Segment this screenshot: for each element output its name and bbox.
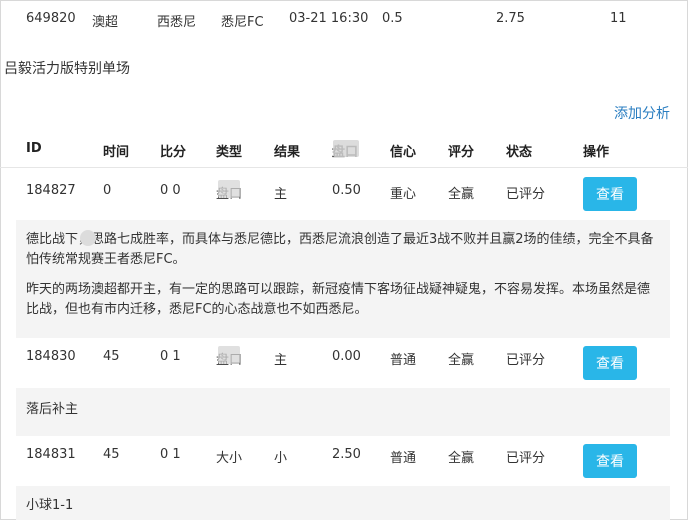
- header-confidence: 信心: [390, 145, 417, 160]
- row-status: 已评分: [506, 353, 546, 368]
- row-confidence: 重心: [390, 187, 417, 202]
- add-analysis-link[interactable]: 添加分析: [614, 103, 670, 123]
- row-result: 主: [274, 353, 288, 368]
- row-rating: 全赢: [448, 187, 475, 202]
- row-time: 45: [103, 447, 120, 462]
- table-row: 184827 0 0 0 盘口 主 0.50 重心 全赢 已评分 查看: [0, 172, 688, 222]
- view-button[interactable]: 查看: [583, 444, 637, 478]
- row-confidence: 普通: [390, 451, 417, 466]
- row-rating: 全赢: [448, 353, 475, 368]
- row-result: 小: [274, 451, 288, 466]
- header-line-redaction: [333, 140, 359, 157]
- row-line: 0.00: [332, 349, 361, 364]
- header-result: 结果: [274, 145, 301, 160]
- match-time: 03-21 16:30: [289, 11, 369, 26]
- row-time: 0: [103, 183, 112, 198]
- analysis-note: 落后补主: [16, 388, 670, 436]
- row-id: 184827: [26, 183, 76, 198]
- row-result: 主: [274, 187, 288, 202]
- match-count: 11: [610, 11, 627, 26]
- header-rating: 评分: [448, 145, 475, 160]
- match-league: 澳超: [92, 15, 119, 30]
- row-type-redaction: [218, 346, 240, 364]
- analysis-paragraph: 小球1-1: [26, 498, 74, 513]
- match-home-team: 西悉尼: [157, 15, 197, 30]
- row-confidence: 普通: [390, 353, 417, 368]
- analysis-paragraph: 德比战下，思路七成胜率，而具体与悉尼德比，西悉尼流浪创造了最近3战不败并且赢2场…: [26, 232, 654, 267]
- header-action: 操作: [583, 145, 610, 160]
- view-button[interactable]: 查看: [583, 177, 637, 211]
- row-type-redaction: [218, 180, 240, 198]
- row-time: 45: [103, 349, 120, 364]
- row-id: 184831: [26, 447, 76, 462]
- table-row: 184831 45 0 1 大小 小 2.50 普通 全赢 已评分 查看: [0, 436, 688, 486]
- header-id: ID: [26, 141, 42, 156]
- match-id: 649820: [26, 11, 76, 26]
- row-score: 0 1: [160, 349, 181, 364]
- header-time: 时间: [103, 145, 130, 160]
- table-row: 184830 45 0 1 盘口 主 0.00 普通 全赢 已评分 查看: [0, 338, 688, 388]
- row-rating: 全赢: [448, 451, 475, 466]
- row-score: 0 1: [160, 447, 181, 462]
- match-handicap: 0.5: [382, 11, 403, 26]
- row-score: 0 0: [160, 183, 181, 198]
- row-line: 2.50: [332, 447, 361, 462]
- analysis-note: 小球1-1: [16, 486, 670, 520]
- header-type: 类型: [216, 145, 243, 160]
- text-redaction: [80, 230, 96, 246]
- row-id: 184830: [26, 349, 76, 364]
- analysis-paragraph: 落后补主: [26, 402, 79, 417]
- header-score: 比分: [160, 145, 187, 160]
- analysis-note: 德比战下，思路七成胜率，而具体与悉尼德比，西悉尼流浪创造了最近3战不败并且赢2场…: [16, 220, 670, 338]
- match-away-team: 悉尼FC: [221, 15, 264, 30]
- row-type: 大小: [216, 451, 243, 466]
- header-status: 状态: [506, 145, 533, 160]
- analysis-paragraph: 昨天的两场澳超都开主，有一定的思路可以跟踪，新冠疫情下客场征战疑神疑鬼，不容易发…: [26, 282, 651, 317]
- row-line: 0.50: [332, 183, 361, 198]
- match-summary-row: 649820 澳超 西悉尼 悉尼FC 03-21 16:30 0.5 2.75 …: [0, 0, 688, 40]
- row-status: 已评分: [506, 451, 546, 466]
- view-button[interactable]: 查看: [583, 346, 637, 380]
- section-title: 吕毅活力版特别单场: [4, 61, 130, 77]
- match-odds: 2.75: [496, 11, 525, 26]
- row-status: 已评分: [506, 187, 546, 202]
